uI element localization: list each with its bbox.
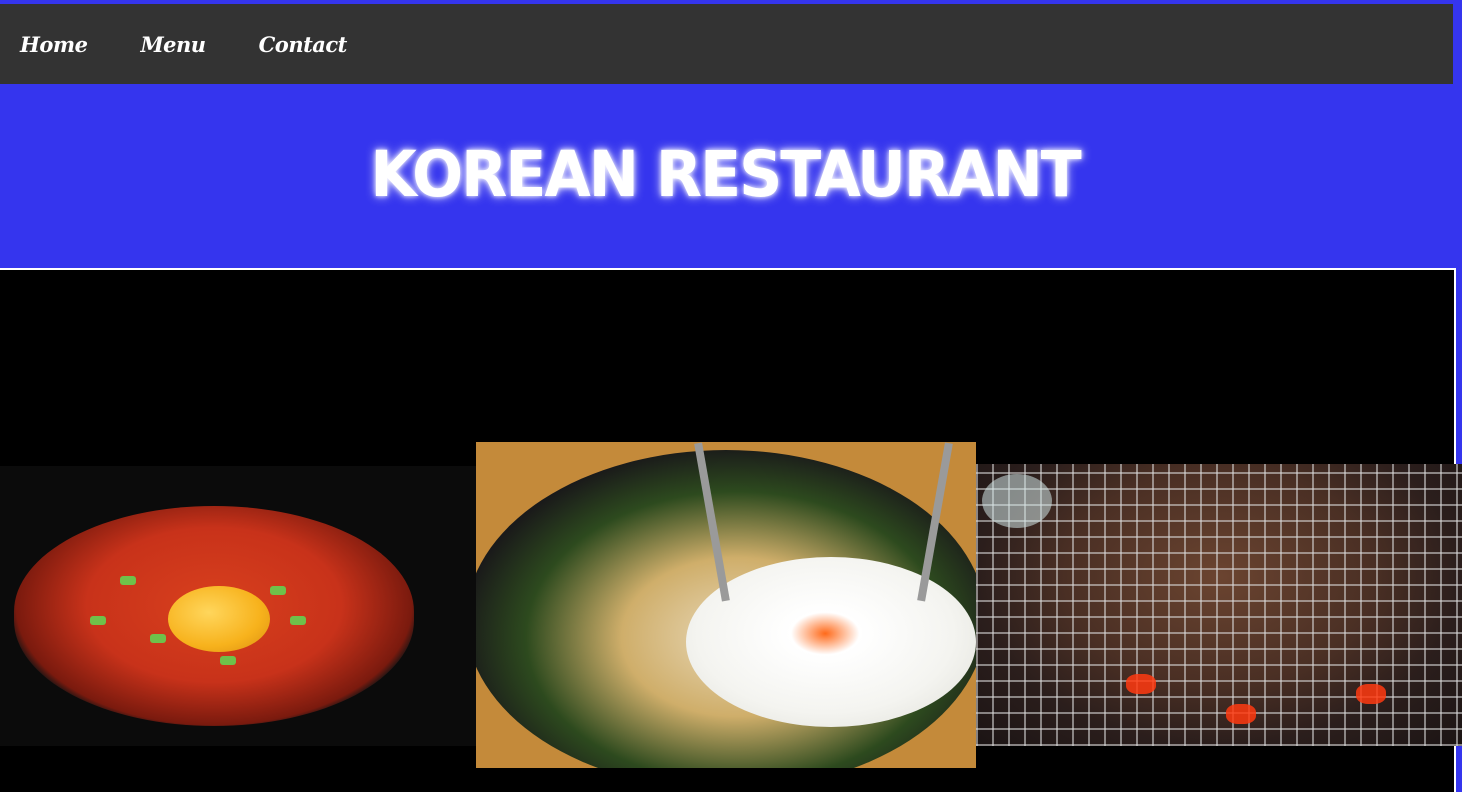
bulgogi-photo: [976, 464, 1462, 746]
scallion-graphic: [150, 634, 166, 643]
scallion-graphic: [290, 616, 306, 625]
watermark-logo-icon: [982, 474, 1052, 528]
restaurant-title: KOREAN RESTAURANT: [370, 138, 1081, 212]
scallion-graphic: [220, 656, 236, 665]
scallion-graphic: [90, 616, 106, 625]
egg-yolk-graphic: [168, 586, 270, 652]
ember-graphic: [1126, 674, 1156, 694]
scallion-graphic: [120, 576, 136, 585]
page: Home Menu Contact KOREAN RESTAURANT: [0, 0, 1462, 792]
scallion-graphic: [270, 586, 286, 595]
nav-link-home[interactable]: Home: [20, 32, 88, 57]
top-navbar: Home Menu Contact: [0, 4, 1453, 84]
ember-graphic: [1356, 684, 1386, 704]
soup-photo: [0, 466, 476, 746]
ember-graphic: [1226, 704, 1256, 724]
bibimbap-photo: [476, 442, 976, 768]
nav-link-menu[interactable]: Menu: [140, 32, 206, 57]
fried-egg-graphic: [686, 557, 976, 727]
nav-link-contact[interactable]: Contact: [259, 32, 348, 57]
